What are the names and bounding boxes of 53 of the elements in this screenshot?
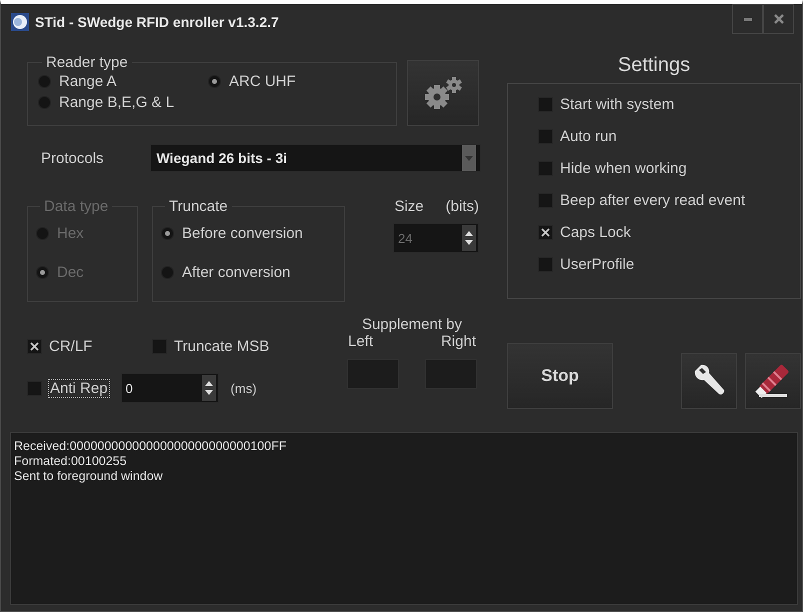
log-line: Formated:00100255 [14,454,128,469]
settings-title: Settings [616,54,692,77]
protocol-dropdown[interactable]: Wiegand 26 bits - 3i [150,144,481,172]
checkbox-label: Beep after every read event [560,192,746,209]
anti-rep-spinner[interactable]: 0 [120,373,219,403]
option-label: Hex [57,225,84,242]
field-label: Protocols [40,150,105,166]
settings-button[interactable] [407,60,479,126]
radio-button[interactable] [38,75,51,88]
option-label: Before conversion [182,225,303,242]
group-label: Data type [43,198,110,215]
checkbox-label: UserProfile [560,256,634,273]
close-icon [772,13,784,25]
spin-buttons[interactable] [202,375,216,401]
gears-icon [422,76,464,110]
clear-button[interactable] [745,353,801,409]
log-line: Received:00000000000000000000000000100FF [14,439,288,454]
option-label: Dec [57,264,84,281]
spin-buttons[interactable] [462,225,476,251]
minimize-icon [744,18,752,20]
radio-button[interactable] [208,75,221,88]
supplement-label: Supplement by [362,316,462,333]
checkbox-label: Caps Lock [560,224,631,241]
radio-button[interactable] [38,96,51,109]
group-label: Truncate [168,198,229,215]
checkbox-label: Anti Rep [49,380,109,396]
minimize-button[interactable] [732,4,763,34]
checkbox[interactable] [27,339,42,354]
option-label: Range A [59,73,117,90]
checkbox-label: Truncate MSB [174,338,270,355]
window-title: STid - SWedge RFID enroller v1.3.2.7 [35,14,279,30]
stop-button[interactable]: Stop [507,343,613,409]
unit-label: (bits) [446,198,479,215]
dropdown-arrow-icon [465,156,473,160]
unit-label: (ms) [230,380,257,396]
checkbox-label: Auto run [560,128,617,145]
tools-button[interactable] [681,353,737,409]
option-label: After conversion [182,264,290,281]
checkbox-label: Start with system [560,96,674,113]
field-label: Right [440,333,476,350]
group-label: Reader type [45,54,129,71]
close-button[interactable] [763,4,794,34]
app-icon [11,13,29,31]
option-label: ARC UHF [229,73,296,90]
option-label: Range B,E,G & L [59,94,174,111]
radio-button[interactable] [161,227,174,240]
radio-button[interactable] [161,266,174,279]
checkbox-label: CR/LF [49,338,92,355]
field-label: Left [348,333,374,350]
checkbox[interactable] [538,225,553,240]
log-line: Sent to foreground window [14,469,164,484]
field-label: Size [394,198,424,215]
checkbox-label: Hide when working [560,160,687,177]
